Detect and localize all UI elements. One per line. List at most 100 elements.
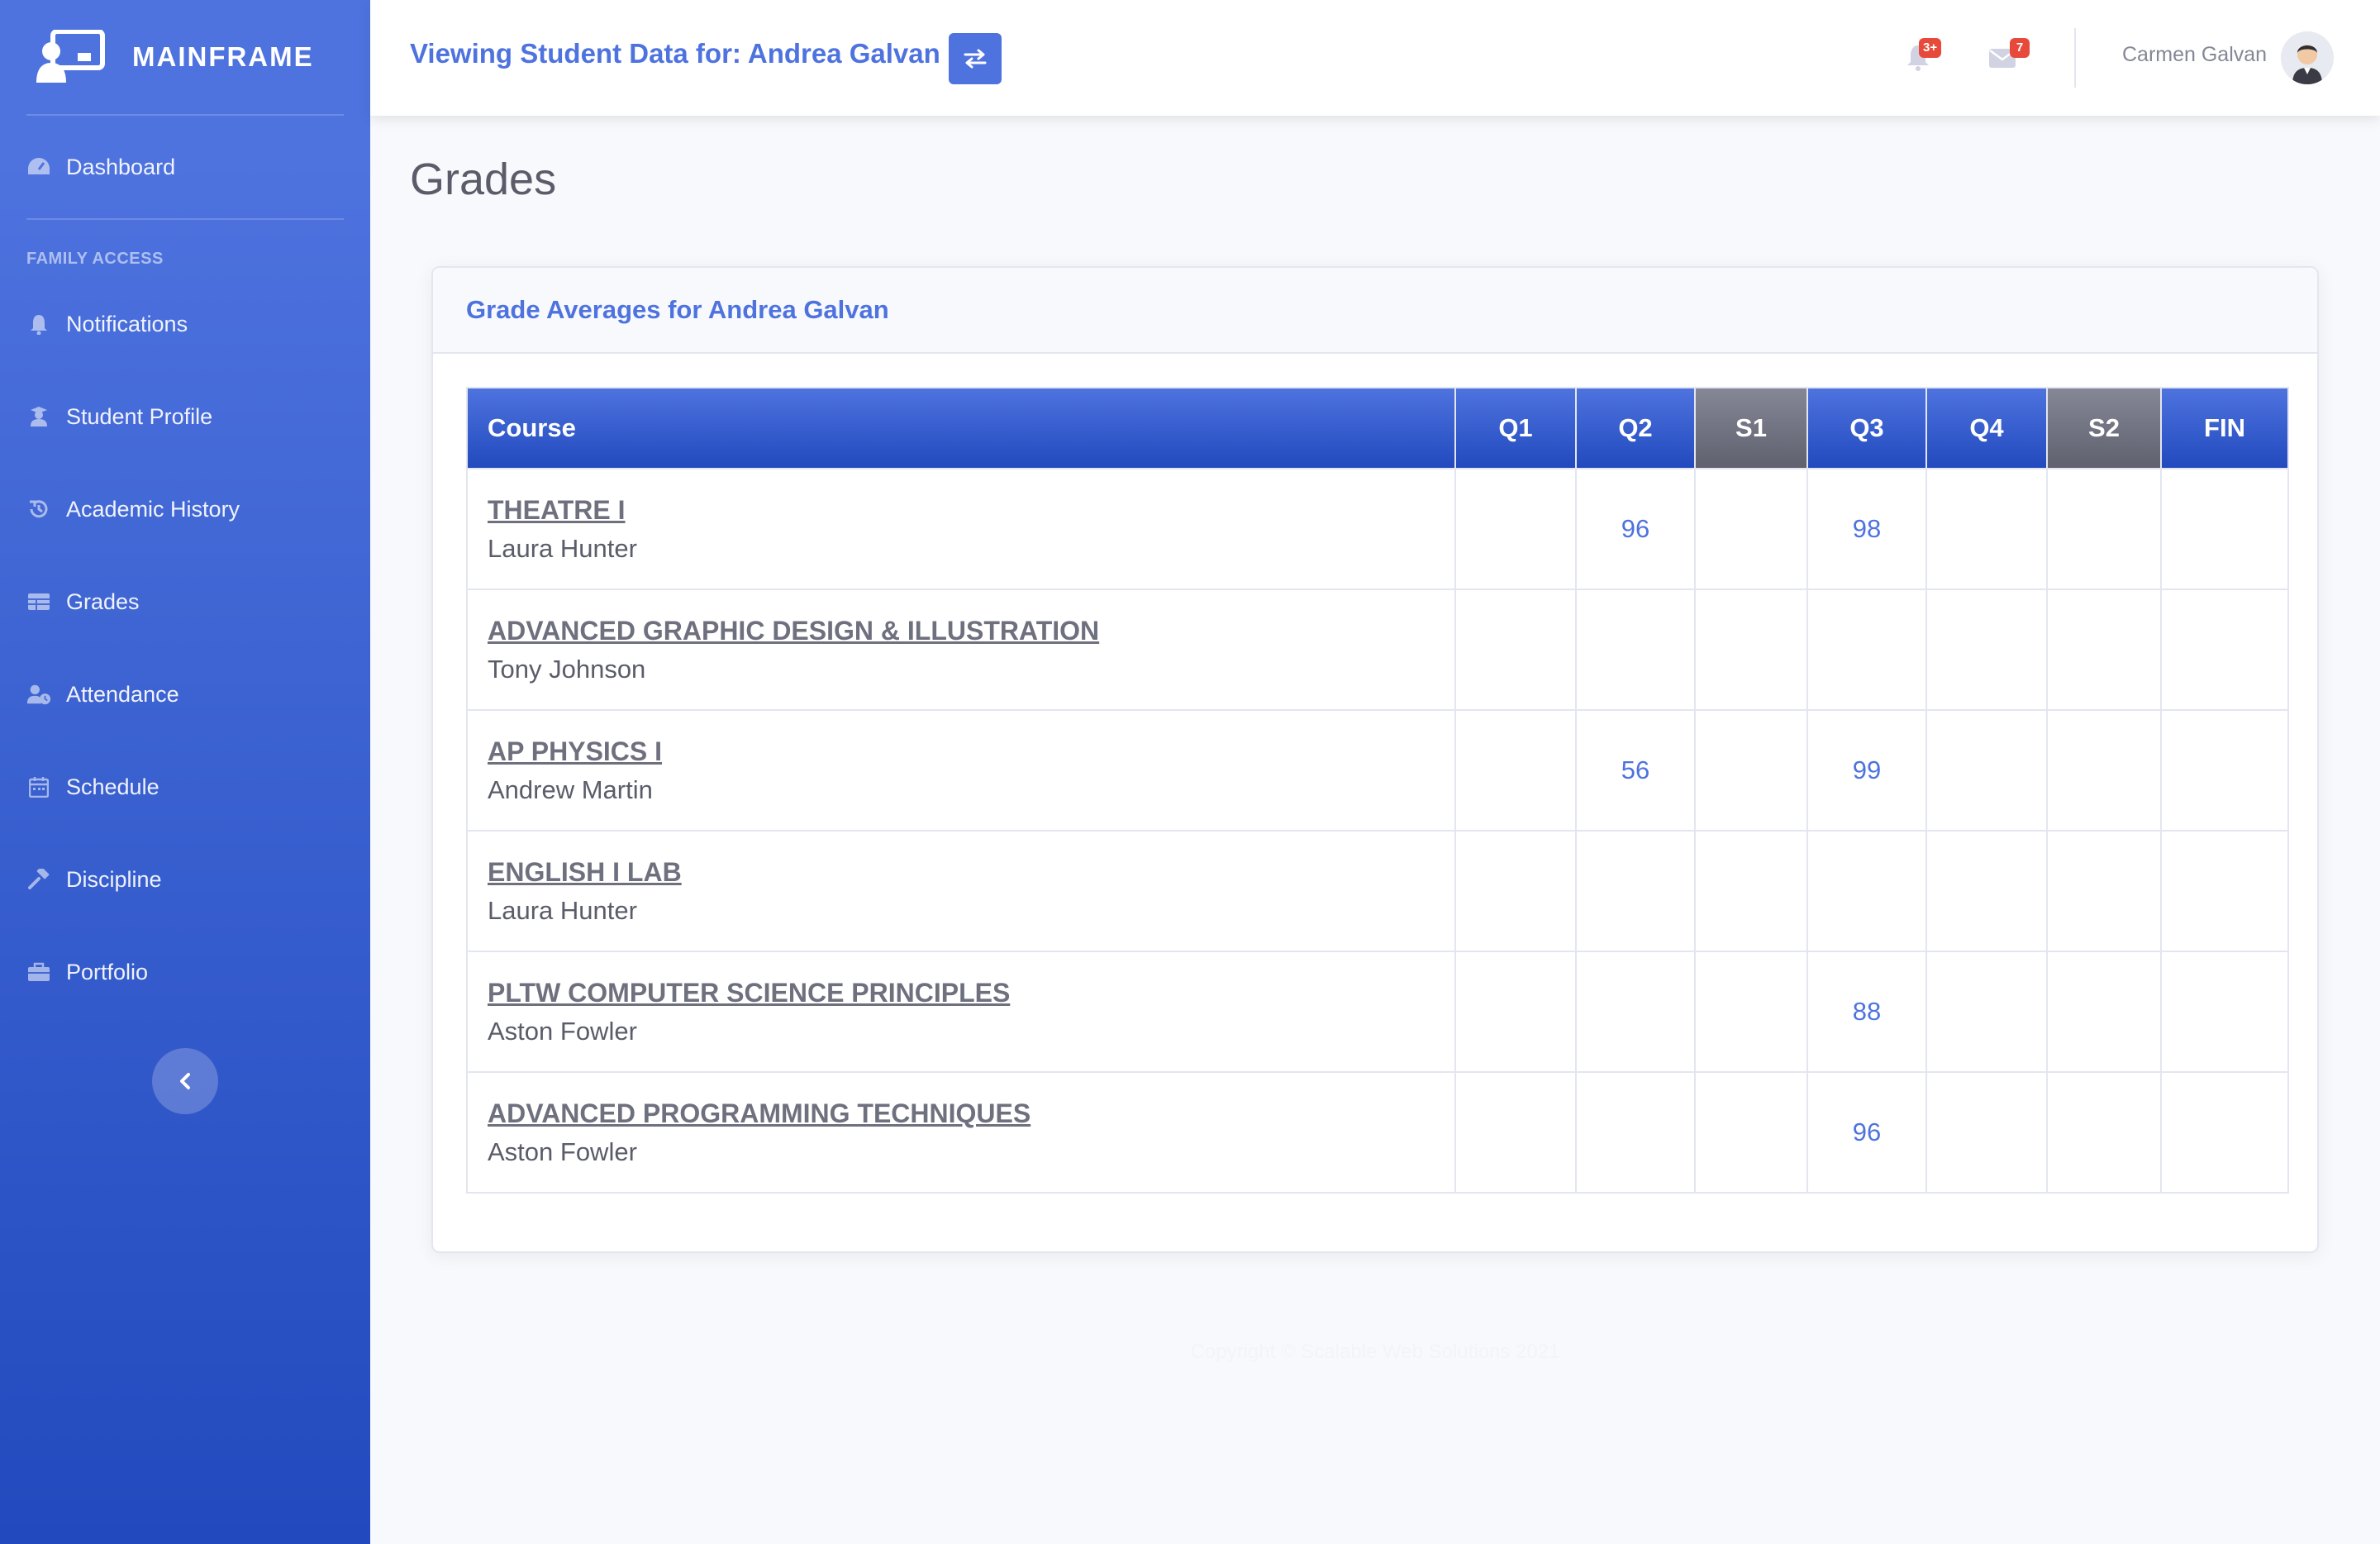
- sidebar: MAINFRAME Dashboard FAMILY ACCESS Notifi…: [0, 0, 370, 1544]
- course-link[interactable]: AP PHYSICS I: [488, 736, 1454, 767]
- messages-dropdown[interactable]: 7: [1988, 38, 2030, 73]
- sidebar-item-label: Portfolio: [66, 959, 149, 984]
- graduate-icon: [26, 404, 51, 429]
- grade-q3: [1806, 589, 1927, 711]
- sidebar-item-label: Schedule: [66, 774, 159, 799]
- grade-s2: [2046, 709, 2162, 832]
- grade-q1: [1454, 951, 1577, 1073]
- sidebar-toggle-button[interactable]: [152, 1048, 218, 1114]
- grade-fin: [2160, 709, 2289, 832]
- column-header-q2: Q2: [1575, 387, 1696, 469]
- grade-q2[interactable]: 56: [1575, 709, 1696, 832]
- grade-q4: [1925, 830, 2048, 952]
- gavel-icon: [26, 867, 51, 892]
- sidebar-item-student-profile[interactable]: Student Profile: [0, 370, 370, 463]
- sidebar-item-portfolio[interactable]: Portfolio: [0, 926, 370, 1018]
- grade-q3[interactable]: 88: [1806, 951, 1927, 1073]
- sidebar-item-notifications[interactable]: Notifications: [0, 278, 370, 370]
- brand-name: MAINFRAME: [132, 41, 314, 72]
- grade-q3[interactable]: 99: [1806, 709, 1927, 832]
- sidebar-heading: FAMILY ACCESS: [26, 250, 164, 268]
- sidebar-item-label: Attendance: [66, 681, 179, 707]
- user-avatar-icon: [2281, 31, 2334, 84]
- grade-averages-card: Grade Averages for Andrea Galvan Course …: [431, 266, 2319, 1253]
- grade-q4: [1925, 589, 2048, 711]
- table-row: ADVANCED GRAPHIC DESIGN & ILLUSTRATION T…: [466, 589, 2289, 711]
- grade-fin: [2160, 468, 2289, 590]
- grade-q3[interactable]: 96: [1806, 1071, 1927, 1194]
- avatar[interactable]: [2281, 31, 2334, 84]
- sidebar-item-schedule[interactable]: Schedule: [0, 741, 370, 833]
- table-icon: [26, 589, 51, 614]
- card-title: Grade Averages for Andrea Galvan: [466, 295, 889, 324]
- sidebar-item-label: Student Profile: [66, 403, 213, 429]
- table-row: ENGLISH I LAB Laura Hunter: [466, 830, 2289, 952]
- grade-q2: [1575, 830, 1696, 952]
- teacher-name: Aston Fowler: [488, 1137, 637, 1166]
- bell-icon: [26, 312, 51, 336]
- course-link[interactable]: ADVANCED PROGRAMMING TECHNIQUES: [488, 1098, 1454, 1129]
- course-cell: ADVANCED GRAPHIC DESIGN & ILLUSTRATION T…: [466, 589, 1456, 711]
- grade-q1: [1454, 468, 1577, 590]
- grade-fin: [2160, 830, 2289, 952]
- sidebar-item-dashboard[interactable]: Dashboard: [0, 116, 370, 218]
- page-title: Grades: [410, 155, 557, 204]
- chevron-left-icon: [180, 1073, 190, 1089]
- grade-s1: [1694, 709, 1808, 832]
- user-name[interactable]: Carmen Galvan: [2122, 43, 2267, 67]
- column-header-s2: S2: [2046, 387, 2162, 469]
- grade-q4: [1925, 951, 2048, 1073]
- sidebar-item-grades[interactable]: Grades: [0, 555, 370, 648]
- grade-s2: [2046, 468, 2162, 590]
- grade-q2: [1575, 951, 1696, 1073]
- course-cell: THEATRE I Laura Hunter: [466, 468, 1456, 590]
- viewing-student-label: Viewing Student Data for: Andrea Galvan: [410, 38, 940, 69]
- course-link[interactable]: PLTW COMPUTER SCIENCE PRINCIPLES: [488, 978, 1454, 1008]
- table-row: THEATRE I Laura Hunter 96 98: [466, 468, 2289, 590]
- switch-student-button[interactable]: [949, 33, 1002, 84]
- column-header-q4: Q4: [1925, 387, 2048, 469]
- alerts-dropdown[interactable]: 3+: [1906, 38, 1942, 73]
- course-link[interactable]: ADVANCED GRAPHIC DESIGN & ILLUSTRATION: [488, 616, 1454, 646]
- teacher-name: Andrew Martin: [488, 774, 653, 804]
- course-link[interactable]: THEATRE I: [488, 495, 1454, 526]
- table-row: ADVANCED PROGRAMMING TECHNIQUES Aston Fo…: [466, 1071, 2289, 1194]
- grade-q2: [1575, 589, 1696, 711]
- grade-s1: [1694, 468, 1808, 590]
- sidebar-item-label: Academic History: [66, 496, 240, 522]
- sidebar-item-academic-history[interactable]: Academic History: [0, 463, 370, 555]
- grade-s1: [1694, 589, 1808, 711]
- sidebar-item-attendance[interactable]: Attendance: [0, 648, 370, 741]
- alerts-badge: 3+: [1919, 38, 1942, 58]
- grade-s1: [1694, 1071, 1808, 1194]
- grade-q3: [1806, 830, 1927, 952]
- brand[interactable]: MAINFRAME: [0, 0, 370, 114]
- table-header-row: Course Q1 Q2 S1 Q3 Q4 S2 FIN: [466, 387, 2289, 469]
- grade-s2: [2046, 830, 2162, 952]
- sidebar-item-discipline[interactable]: Discipline: [0, 833, 370, 926]
- grade-q2: [1575, 1071, 1696, 1194]
- grade-q1: [1454, 589, 1577, 711]
- course-link[interactable]: ENGLISH I LAB: [488, 857, 1454, 888]
- column-header-q3: Q3: [1806, 387, 1927, 469]
- column-header-s1: S1: [1694, 387, 1808, 469]
- grade-s2: [2046, 951, 2162, 1073]
- sidebar-item-label: Discipline: [66, 866, 162, 892]
- teacher-name: Laura Hunter: [488, 895, 637, 925]
- grade-fin: [2160, 589, 2289, 711]
- grade-q2[interactable]: 96: [1575, 468, 1696, 590]
- topbar: Viewing Student Data for: Andrea Galvan …: [370, 0, 2380, 116]
- calendar-icon: [26, 774, 51, 799]
- grade-q3[interactable]: 98: [1806, 468, 1927, 590]
- messages-badge: 7: [2010, 38, 2030, 58]
- grade-q1: [1454, 709, 1577, 832]
- column-header-fin: FIN: [2160, 387, 2289, 469]
- sidebar-item-label: Grades: [66, 589, 140, 614]
- grade-q4: [1925, 709, 2048, 832]
- grade-q1: [1454, 830, 1577, 952]
- course-cell: ADVANCED PROGRAMMING TECHNIQUES Aston Fo…: [466, 1071, 1456, 1194]
- grade-fin: [2160, 951, 2289, 1073]
- teacher-name: Tony Johnson: [488, 654, 646, 684]
- grade-s1: [1694, 951, 1808, 1073]
- grade-fin: [2160, 1071, 2289, 1194]
